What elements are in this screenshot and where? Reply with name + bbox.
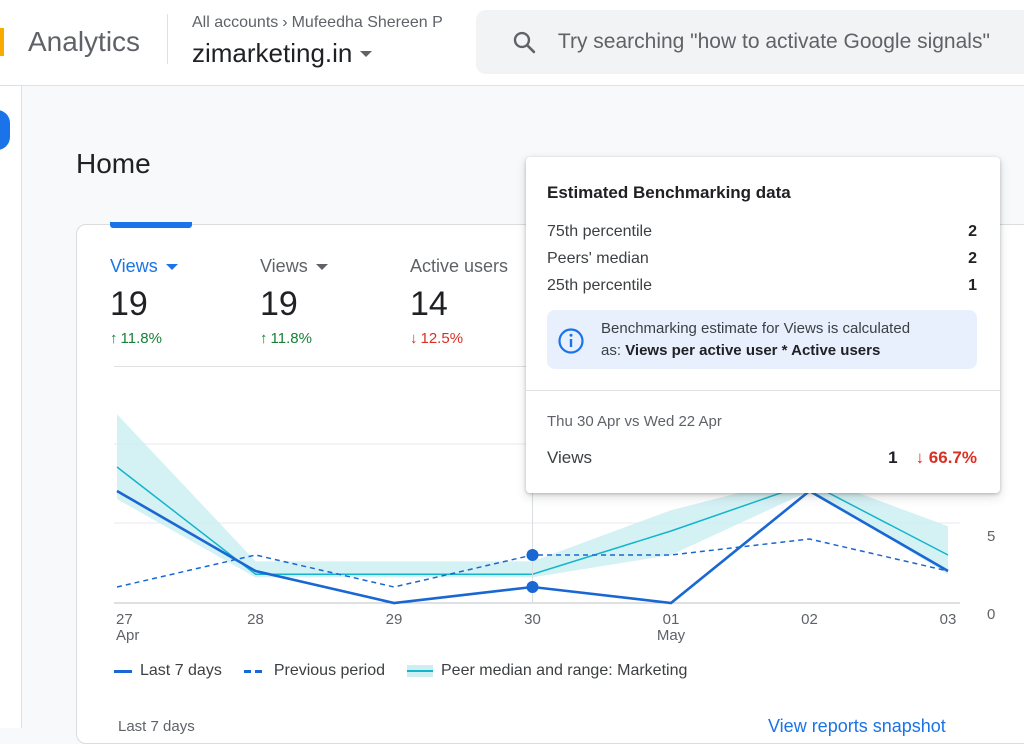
y-tick-label: 0	[987, 606, 995, 623]
tooltip-row: 25th percentile 1	[547, 277, 977, 294]
x-tick-label: 28	[247, 611, 264, 628]
arrow-down-icon: ↓	[915, 448, 925, 467]
tooltip-date-compare: Thu 30 Apr vs Wed 22 Apr	[547, 413, 722, 430]
last-7-days-point	[526, 581, 539, 593]
benchmark-tooltip: Estimated Benchmarking data 75th percent…	[526, 157, 1000, 493]
tooltip-row: 75th percentile 2	[547, 223, 977, 240]
chart-legend: Last 7 days Previous period Peer median …	[114, 662, 687, 680]
info-text-line2: as: Views per active user * Active users	[601, 342, 881, 359]
legend-swatch-band	[407, 665, 433, 677]
legend-item-peer-range: Peer median and range: Marketing	[407, 662, 687, 680]
info-callout: Benchmarking estimate for Views is calcu…	[547, 310, 977, 369]
legend-swatch-dashed	[243, 669, 266, 673]
x-tick-label: 27	[116, 611, 133, 628]
x-tick-label: 01	[663, 611, 680, 628]
x-tick-label: 03	[940, 611, 957, 628]
tooltip-title: Estimated Benchmarking data	[547, 183, 791, 202]
tooltip-divider	[526, 390, 1000, 391]
x-tick-label-month: Apr	[116, 627, 139, 644]
y-tick-label: 5	[987, 528, 995, 545]
x-tick-label-month: May	[657, 627, 686, 644]
x-tick-label: 29	[386, 611, 403, 628]
legend-item-last-7-days: Last 7 days	[114, 662, 222, 680]
view-reports-link[interactable]: View reports snapshot	[768, 716, 946, 737]
tooltip-row: Peers' median 2	[547, 250, 977, 267]
legend-item-previous-period: Previous period	[243, 662, 385, 680]
tooltip-views-row: Views 1 ↓ 66.7%	[547, 448, 977, 467]
previous-period-point	[526, 549, 539, 561]
x-tick-label: 02	[801, 611, 818, 628]
date-range-label: Last 7 days	[118, 718, 195, 735]
info-icon	[558, 328, 584, 354]
legend-swatch-solid	[114, 669, 132, 673]
x-tick-label: 30	[524, 611, 541, 628]
info-text-line1: Benchmarking estimate for Views is calcu…	[601, 320, 911, 337]
